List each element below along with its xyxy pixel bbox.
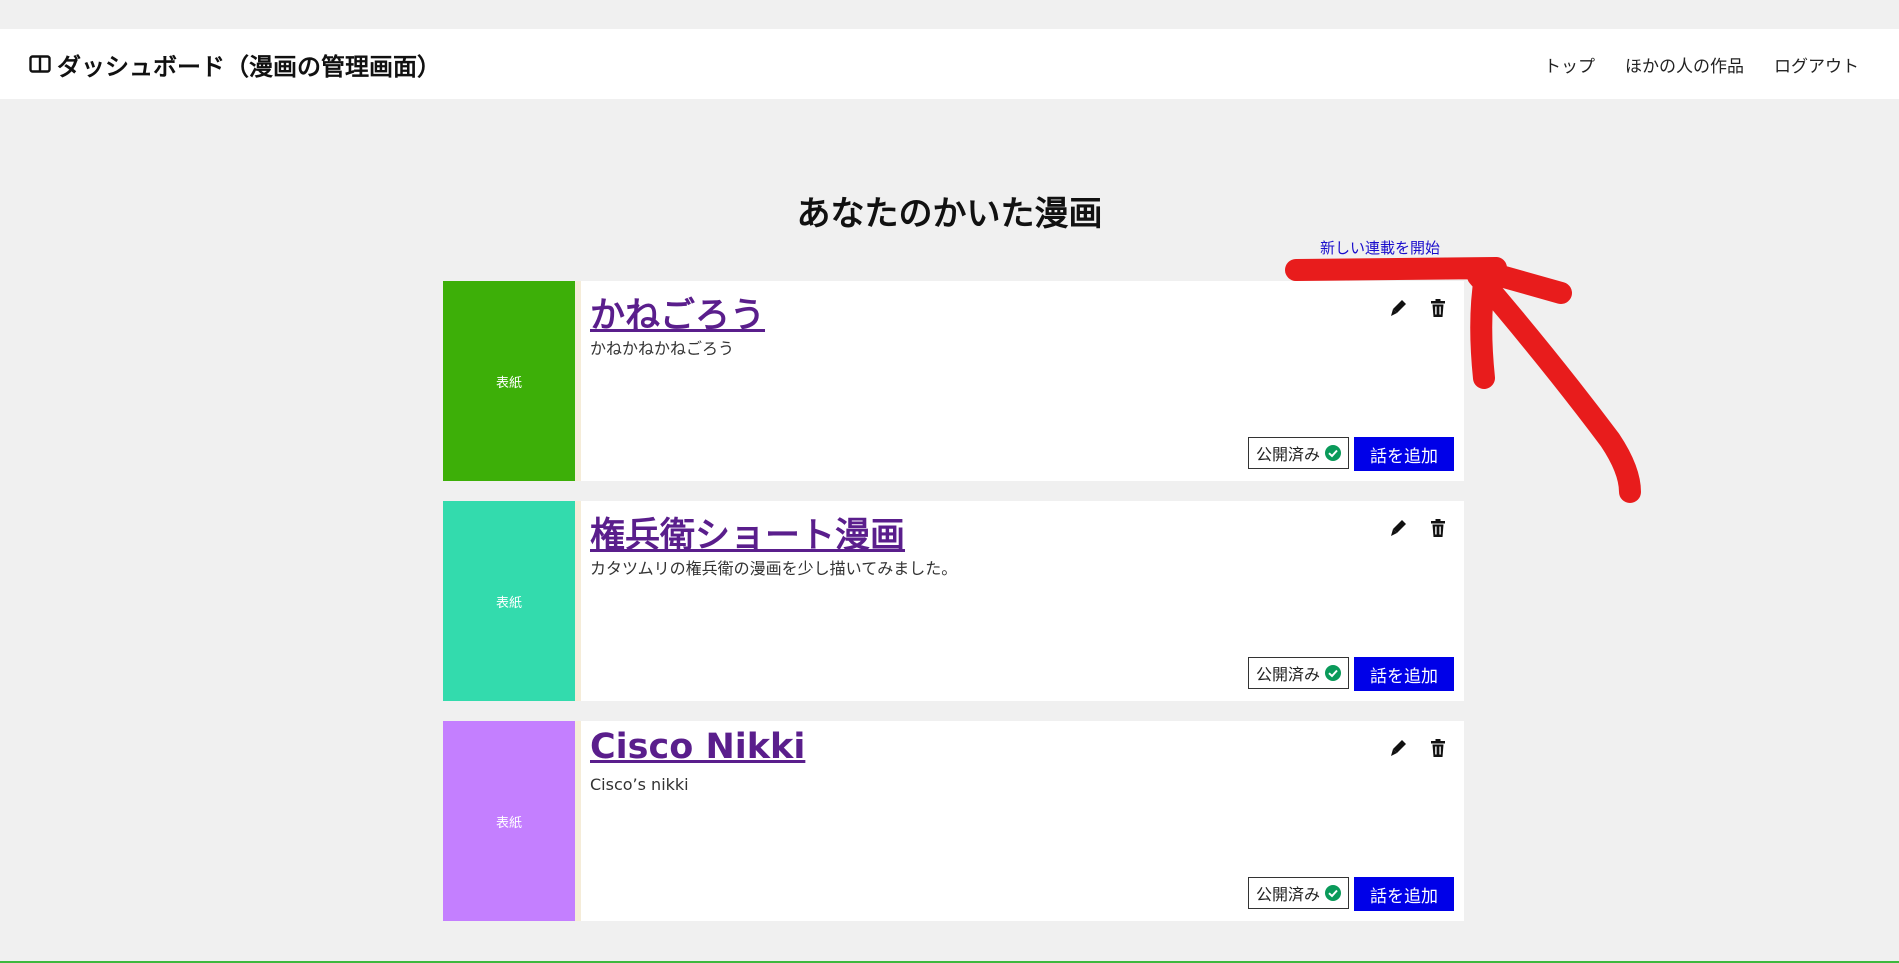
annotation-arrow bbox=[1285, 257, 1641, 503]
